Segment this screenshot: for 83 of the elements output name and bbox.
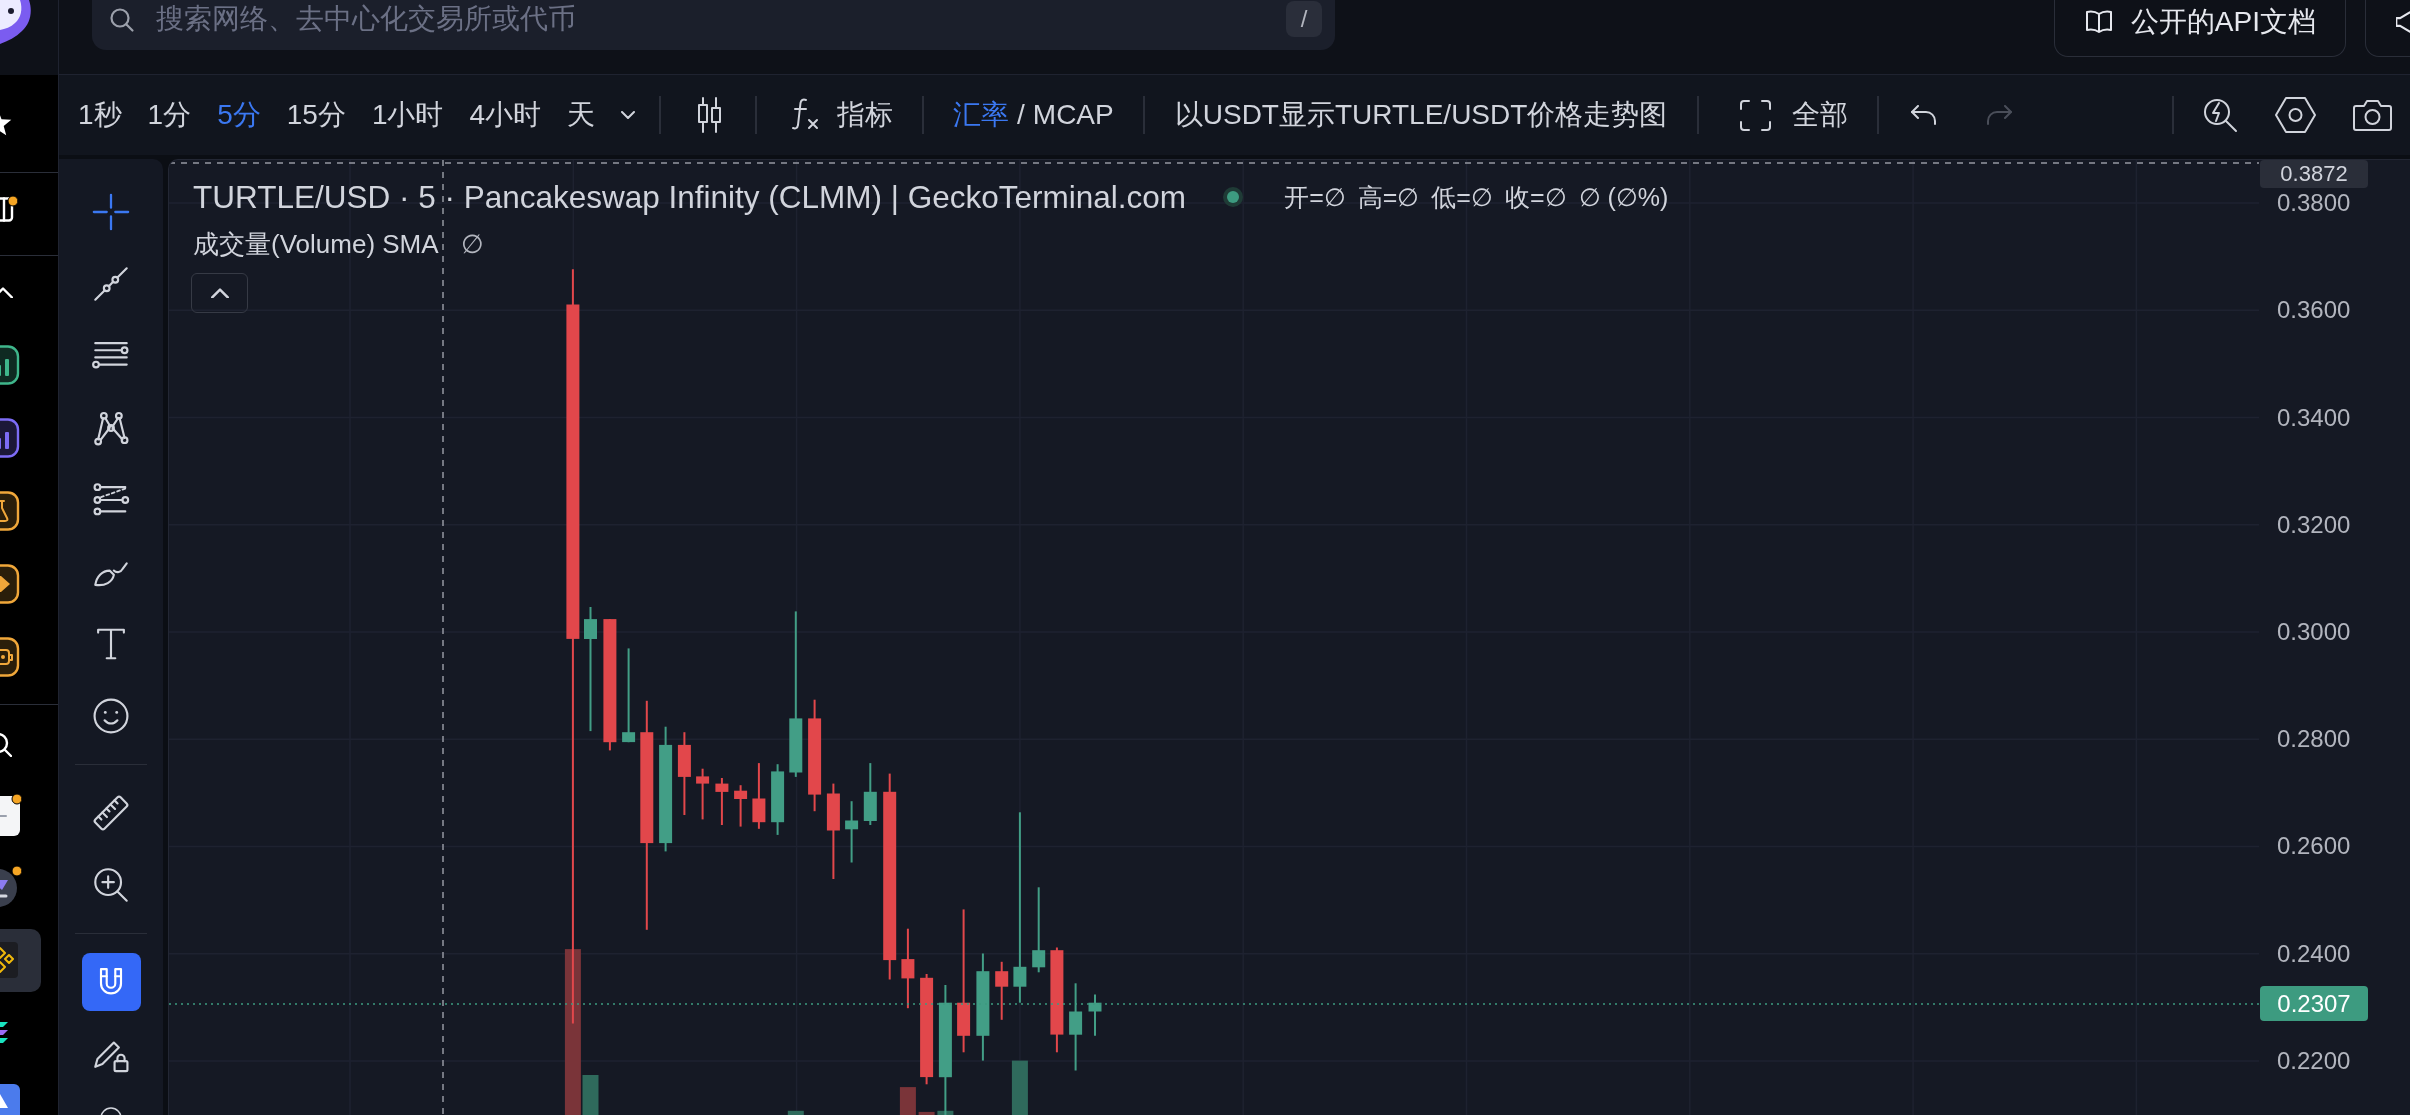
price-axis-label: 0.2200: [2277, 1045, 2351, 1076]
flask-tile-icon[interactable]: [0, 490, 20, 531]
keyboard-shortcut: /: [1286, 1, 1322, 37]
cut-off-icon[interactable]: [100, 1106, 122, 1115]
bar-chart-tile-icon[interactable]: [0, 344, 20, 385]
zoom-in-icon[interactable]: [91, 865, 131, 905]
price-mode-tab[interactable]: MCAP: [1032, 97, 1114, 133]
token-logo-icon: [0, 1021, 8, 1043]
falling-candle: [696, 767, 710, 821]
crosshair-icon[interactable]: [91, 192, 131, 232]
falling-candle: [734, 784, 748, 828]
search-icon[interactable]: [0, 733, 12, 757]
price-axis-label: 0.3400: [2277, 402, 2351, 433]
rising-candle: [1088, 993, 1102, 1037]
undo-icon[interactable]: [1911, 104, 1938, 126]
token-logo-icon: [0, 796, 20, 836]
falling-candle: [715, 777, 729, 826]
price-axis-label: 0.2600: [2277, 831, 2351, 862]
timeframe-tab[interactable]: 15分: [286, 97, 346, 133]
timeframe-tab[interactable]: 1分: [147, 97, 192, 133]
status-dot-icon: [1222, 186, 1245, 208]
price-axis-label: 0.3600: [2277, 295, 2351, 326]
timeframe-tab[interactable]: 5分: [217, 97, 261, 133]
collapse-legend-button[interactable]: [191, 273, 248, 313]
settings-icon[interactable]: [2275, 96, 2316, 134]
timeframe-tab[interactable]: 天: [567, 97, 596, 133]
volume-legend-label: 成交量(Volume) SMA: [193, 228, 439, 260]
chart-title: TURTLE/USD · 5 · Pancakeswap Infinity (CLMM) | GeckoTerminal.com: [193, 178, 1187, 216]
ohlc-value: 高=∅: [1357, 182, 1420, 213]
range-button[interactable]: 全部: [1738, 97, 1849, 133]
crosshair-price-label: 0.3872: [2260, 160, 2368, 188]
token-logo-icon: [0, 942, 18, 978]
robot-tile-icon[interactable]: [0, 636, 20, 677]
ruler-icon[interactable]: [91, 793, 131, 833]
volume-bar: [899, 1087, 916, 1115]
price-axis-label: 0.3800: [2277, 188, 2351, 218]
token-logo-icon: [0, 1084, 20, 1115]
magnet-toggle-button[interactable]: [81, 953, 141, 1011]
ohlc-value: 开=∅: [1284, 182, 1346, 213]
tag-tile-icon[interactable]: [0, 563, 20, 604]
search-icon: [108, 6, 136, 34]
indicators-button[interactable]: 指标: [789, 95, 894, 135]
mode-separator: /: [1017, 98, 1025, 132]
logo-icon[interactable]: [0, 0, 32, 46]
price-axis-label: 0.2400: [2277, 938, 2351, 969]
timeframe-tab[interactable]: 1小时: [371, 97, 444, 133]
price-axis-label: 0.3000: [2277, 617, 2351, 647]
ohlc-value: ∅ (∅%): [1578, 182, 1669, 213]
timeframe-tab[interactable]: 4小时: [469, 97, 542, 133]
briefcase-icon[interactable]: [0, 196, 14, 222]
price-axis-label: 0.3200: [2277, 509, 2351, 540]
book-icon: [2084, 10, 2113, 34]
smiley-icon[interactable]: [91, 696, 131, 736]
candlestick-icon[interactable]: [696, 95, 724, 135]
price-mode-tab[interactable]: 汇率: [953, 97, 1010, 133]
chevron-up-icon: [210, 288, 229, 298]
volume-bar: [937, 1110, 954, 1115]
rising-candle: [845, 800, 859, 864]
api-docs-button[interactable]: 公开的API文档: [2053, 0, 2346, 57]
camera-icon[interactable]: [2352, 97, 2393, 133]
token-logo-icon: [0, 869, 17, 907]
fullscreen-icon: [1738, 97, 1774, 133]
bar-chart-tile-icon[interactable]: [0, 417, 20, 458]
quote-currency-toggle[interactable]: 以USDT显示TURTLE/USDT价格走势图: [1174, 97, 1668, 133]
volume-sma-value: ∅: [460, 228, 484, 260]
volume-bar: [1011, 1060, 1028, 1115]
lightning-magnifier-icon[interactable]: [2201, 96, 2239, 134]
rising-candle: [863, 762, 877, 826]
last-price-label: 0.2307: [2260, 986, 2368, 1021]
falling-candle: [995, 960, 1009, 1021]
volume-bar: [787, 1110, 804, 1115]
price-axis-label: 0.2800: [2277, 724, 2351, 755]
timeframe-tab[interactable]: 1秒: [78, 97, 122, 133]
chevron-down-icon[interactable]: [621, 111, 636, 119]
chevron-up-icon[interactable]: [0, 286, 13, 298]
megaphone-icon: [2396, 11, 2410, 33]
falling-candle: [752, 762, 766, 830]
volume-bar: [918, 1111, 935, 1115]
watchlist-token-item[interactable]: [0, 928, 41, 992]
ohlc-value: 低=∅: [1431, 182, 1493, 213]
header-icon-button[interactable]: [2365, 0, 2410, 57]
trend-line-icon[interactable]: [91, 264, 131, 304]
ohlc-value: 收=∅: [1504, 182, 1567, 213]
